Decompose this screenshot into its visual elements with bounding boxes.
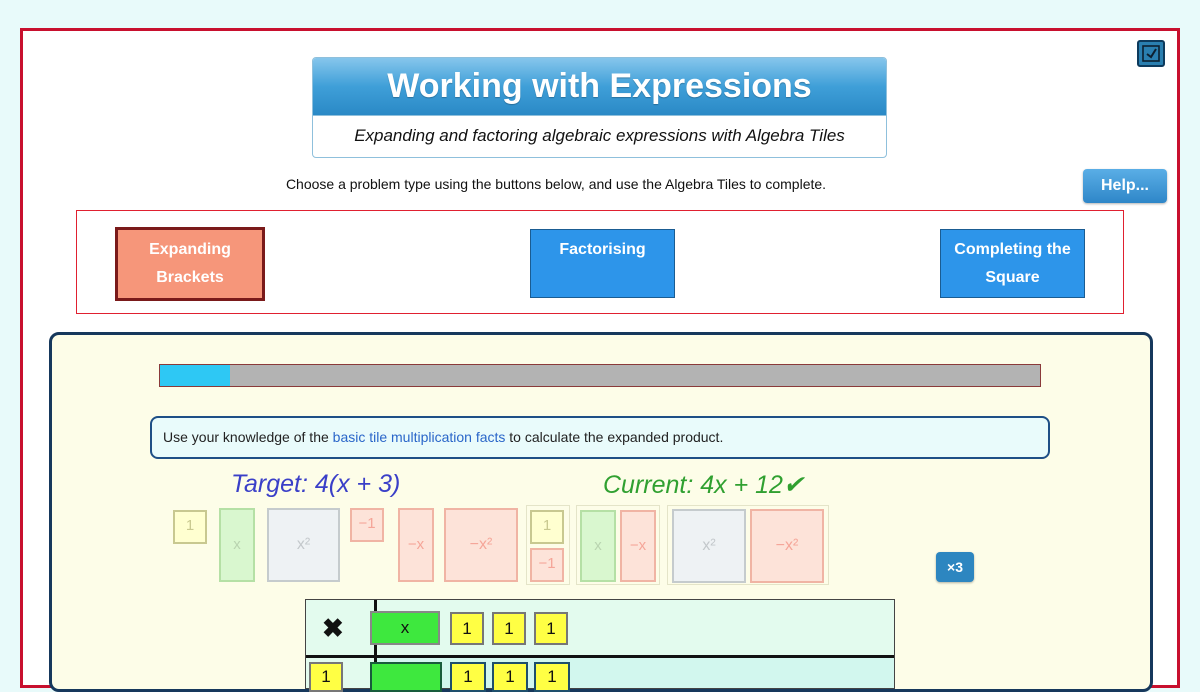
- multiply-by-three-button[interactable]: ×3: [936, 552, 974, 582]
- factorising-button[interactable]: Factorising: [530, 229, 675, 298]
- progress-bar: [159, 364, 1041, 387]
- grid-product-tile-one[interactable]: 1: [492, 662, 528, 692]
- instructions-text: Choose a problem type using the buttons …: [285, 176, 827, 192]
- zero-pair-negative-x-squared: −x²: [750, 509, 824, 583]
- prompt-text-start: Use your knowledge of the: [163, 429, 333, 445]
- grid-top-tile-one[interactable]: 1: [534, 612, 568, 645]
- tile-x-squared[interactable]: x²: [267, 508, 340, 582]
- tile-negative-one[interactable]: −1: [350, 508, 384, 542]
- zero-pair-one: 1: [530, 510, 564, 544]
- multiply-symbol: ✖: [322, 613, 344, 643]
- target-expression: Target: 4(x + 3): [231, 470, 401, 498]
- title-box: Working with Expressions Expanding and f…: [312, 57, 887, 158]
- zero-pair-x: x: [580, 510, 616, 582]
- grid-top-tile-x[interactable]: x: [370, 611, 440, 645]
- tile-negative-x[interactable]: −x: [398, 508, 434, 582]
- completing-the-square-label: Completing the Square: [954, 241, 1071, 286]
- zero-pair-x-squared: x²: [672, 509, 746, 583]
- tile-negative-x-squared[interactable]: −x²: [444, 508, 518, 582]
- page-title: Working with Expressions: [313, 58, 886, 115]
- grid-top-tile-one[interactable]: 1: [450, 612, 484, 645]
- prompt-box: Use your knowledge of the basic tile mul…: [150, 416, 1050, 459]
- multiplication-facts-link[interactable]: basic tile multiplication facts: [333, 429, 506, 445]
- grid-product-tile-one[interactable]: 1: [534, 662, 570, 692]
- expanding-brackets-label: Expanding Brackets: [149, 241, 231, 286]
- completing-the-square-button[interactable]: Completing the Square: [940, 229, 1085, 298]
- grid-product-tile-one[interactable]: 1: [450, 662, 486, 692]
- current-expression: Current: 4x + 12✔: [603, 471, 804, 499]
- grid-side-tile-one[interactable]: 1: [309, 662, 343, 692]
- page-subtitle: Expanding and factoring algebraic expres…: [313, 115, 886, 156]
- expanding-brackets-button[interactable]: Expanding Brackets: [115, 227, 265, 301]
- prompt-text-end: to calculate the expanded product.: [505, 429, 724, 445]
- grid-horizontal-axis: [306, 655, 894, 658]
- zero-pair-negative-one: −1: [530, 548, 564, 582]
- fullscreen-toggle-button[interactable]: [1137, 40, 1165, 67]
- tile-x[interactable]: x: [219, 508, 255, 582]
- tile-one[interactable]: 1: [173, 510, 207, 544]
- factorising-label: Factorising: [559, 241, 646, 258]
- help-button[interactable]: Help...: [1083, 169, 1167, 203]
- grid-top-tile-one[interactable]: 1: [492, 612, 526, 645]
- grid-product-tile-x[interactable]: [370, 662, 442, 692]
- zero-pair-negative-x: −x: [620, 510, 656, 582]
- progress-bar-fill: [160, 365, 231, 386]
- fullscreen-icon: [1142, 45, 1160, 62]
